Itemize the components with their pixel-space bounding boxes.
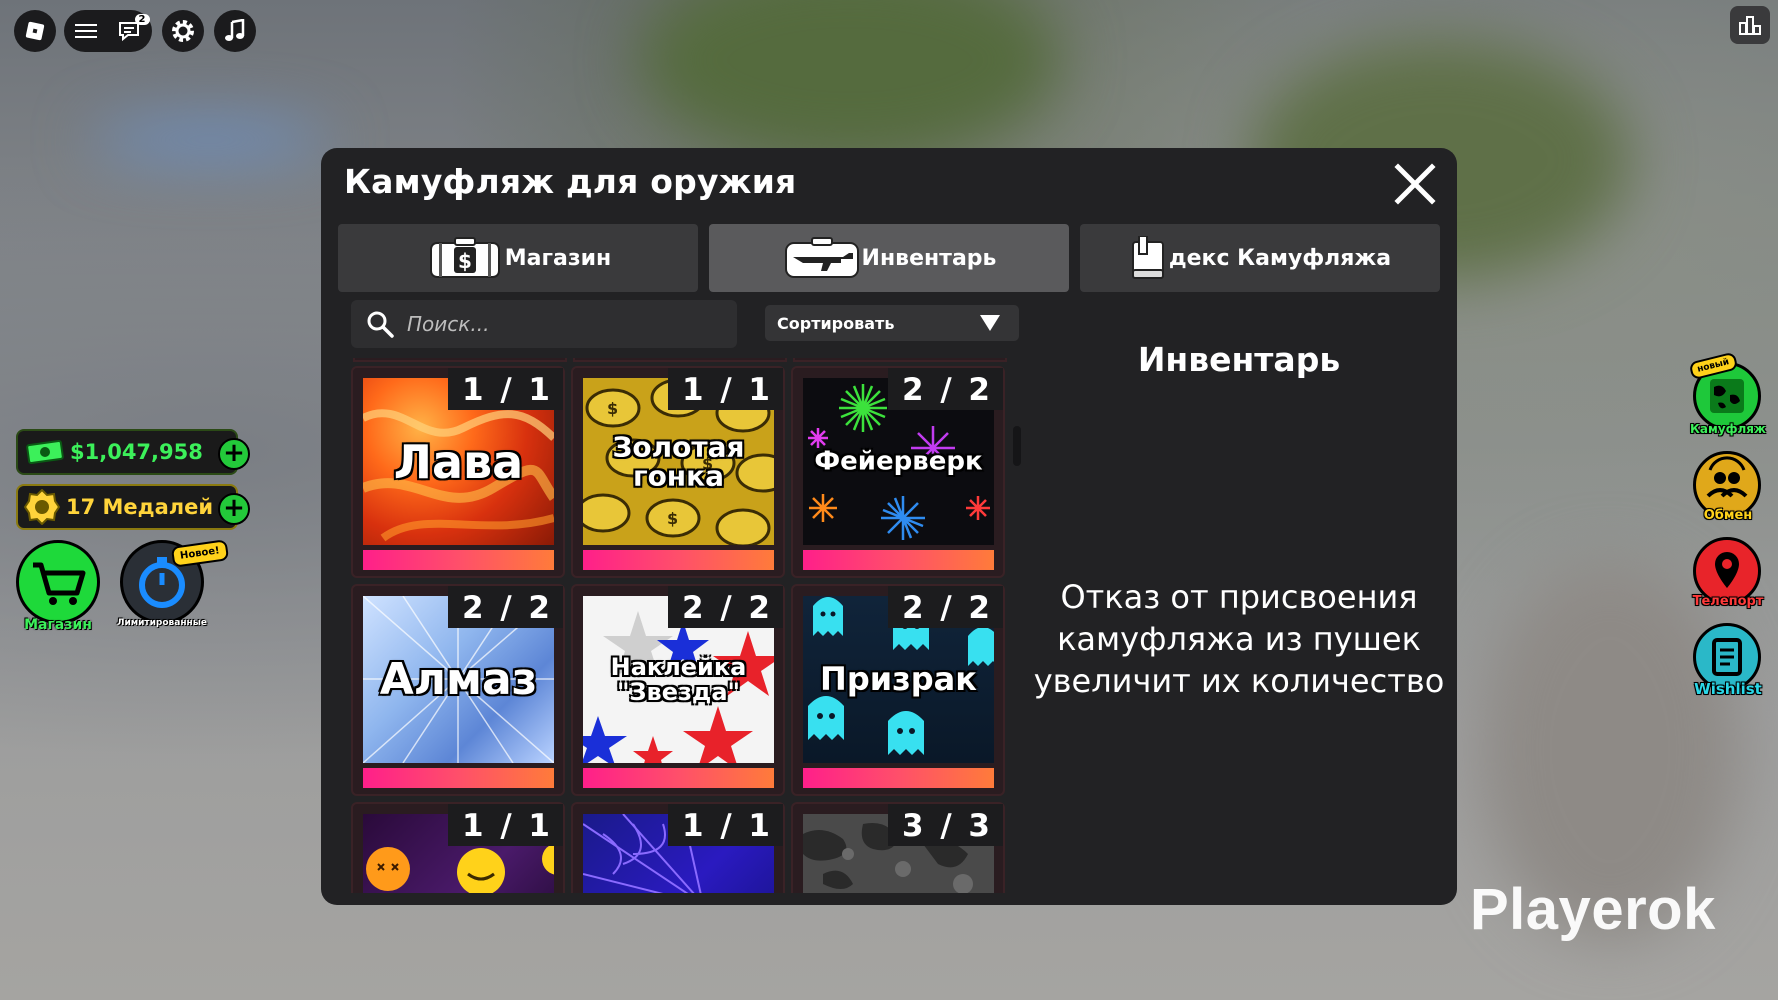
camo-card-ghost[interactable]: Призрак 2 / 2 xyxy=(791,584,1005,796)
menu-chat-group: 2 xyxy=(64,10,152,52)
camo-count: 3 / 3 xyxy=(887,804,1003,846)
money-case-icon: $ xyxy=(425,236,505,280)
shop-button[interactable] xyxy=(16,540,100,624)
camo-card-star-sticker[interactable]: Наклейка "Звезда" 2 / 2 xyxy=(571,584,785,796)
scroll-list-icon xyxy=(1712,638,1742,676)
rarity-bar xyxy=(803,768,994,788)
leaderboard-icon xyxy=(1739,16,1761,35)
tab-camo-index-label: декс Камуфляжа xyxy=(1168,245,1392,271)
teleport-label: Телепорт xyxy=(1692,594,1764,609)
chat-badge: 2 xyxy=(134,14,150,25)
music-note-icon xyxy=(225,19,245,41)
background-sign xyxy=(90,120,330,160)
camo-name: Лава xyxy=(393,434,524,489)
close-button[interactable] xyxy=(1393,162,1437,206)
shop-label: Магазин xyxy=(24,617,92,633)
camo-name: Золотая гонка xyxy=(612,430,745,493)
watermark: Playerok xyxy=(1470,877,1716,942)
roblox-menu-button[interactable] xyxy=(14,10,56,52)
medals-count: 17 Медалей xyxy=(66,495,214,519)
search-input[interactable] xyxy=(405,311,709,337)
rarity-bar xyxy=(363,768,554,788)
tab-shop-label: Магазин xyxy=(504,245,612,271)
grid-top-edges xyxy=(351,358,1009,362)
trade-label: Обмен xyxy=(1703,508,1753,523)
sort-dropdown[interactable]: Сортировать xyxy=(765,305,1019,341)
rifle-case-icon xyxy=(782,236,862,280)
add-medals-button[interactable]: + xyxy=(218,493,250,525)
camo-count: 2 / 2 xyxy=(667,586,783,628)
tab-shop[interactable]: $ Магазин xyxy=(338,224,698,292)
camo-count: 1 / 1 xyxy=(667,804,783,846)
chevron-down-icon xyxy=(980,315,1000,331)
tab-inventory-label: Инвентарь xyxy=(861,245,997,271)
medal-badge-icon xyxy=(24,489,60,525)
window-title: Камуфляж для оружия xyxy=(344,162,797,201)
trade-people-icon xyxy=(1706,456,1748,498)
camo-card-gold-rush[interactable]: $$$$ Золотая гонка 1 / 1 xyxy=(571,366,785,578)
camo-name: Призрак xyxy=(820,659,977,698)
wishlist-label: Wishlist xyxy=(1694,680,1762,698)
svg-text:$: $ xyxy=(458,249,472,273)
chat-button[interactable]: 2 xyxy=(118,14,150,42)
svg-text:$: $ xyxy=(667,509,678,528)
rarity-bar xyxy=(803,550,994,570)
rarity-bar xyxy=(583,550,774,570)
camo-window: Камуфляж для оружия $ Магазин Инвентарь … xyxy=(321,148,1457,905)
camo-card-gray-camo[interactable]: 3 / 3 xyxy=(791,802,1005,893)
svg-text:$: $ xyxy=(607,399,618,418)
search-box[interactable] xyxy=(351,300,737,348)
settings-button[interactable] xyxy=(162,10,204,52)
camo-grid: Лава 1 / 1 $$$$ Золотая гонка 1 / 1 xyxy=(351,358,1009,893)
gear-icon xyxy=(172,20,194,42)
tab-inventory[interactable]: Инвентарь xyxy=(709,224,1069,292)
money-display: $1,047,958 + xyxy=(16,429,250,475)
camo-shortcut-label: Камуфляж xyxy=(1690,422,1766,436)
search-icon xyxy=(367,311,394,338)
shopping-cart-icon xyxy=(33,562,86,605)
camo-card-web[interactable]: 1 / 1 xyxy=(571,802,785,893)
close-icon xyxy=(1394,163,1436,205)
camo-card-diamond[interactable]: Алмаз 2 / 2 xyxy=(351,584,565,796)
cash-icon xyxy=(26,439,64,465)
camo-name: Алмаз xyxy=(379,653,538,705)
camo-card-lava[interactable]: Лава 1 / 1 xyxy=(351,366,565,578)
map-pin-icon xyxy=(1715,552,1739,588)
rarity-bar xyxy=(583,768,774,788)
camo-name: Фейерверк xyxy=(814,445,983,476)
camo-card-pumpkin[interactable]: 1 / 1 xyxy=(351,802,565,893)
add-money-button[interactable]: + xyxy=(218,438,250,470)
money-amount: $1,047,958 xyxy=(70,440,203,464)
sort-label: Сортировать xyxy=(777,313,895,333)
music-button[interactable] xyxy=(214,10,256,52)
camo-name: Наклейка "Звезда" xyxy=(610,652,747,706)
camo-count: 2 / 2 xyxy=(447,586,563,628)
hamburger-icon[interactable] xyxy=(74,22,97,40)
info-text: Отказ от присвоения камуфляжа из пушек у… xyxy=(1033,578,1445,700)
grid-scrollbar[interactable] xyxy=(1013,426,1021,466)
camo-count: 1 / 1 xyxy=(447,368,563,410)
tab-camo-index[interactable]: декс Камуфляжа xyxy=(1080,224,1440,292)
camo-count: 1 / 1 xyxy=(667,368,783,410)
roblox-logo-icon xyxy=(25,21,45,41)
rarity-bar xyxy=(363,550,554,570)
book-icon xyxy=(1129,236,1169,280)
info-title: Инвентарь xyxy=(1137,340,1341,379)
background-foliage xyxy=(640,0,1060,160)
camo-count: 1 / 1 xyxy=(447,804,563,846)
limited-label: Лимитированные xyxy=(116,618,208,628)
camo-count: 2 / 2 xyxy=(887,368,1003,410)
camo-count: 2 / 2 xyxy=(887,586,1003,628)
camo-card-fireworks[interactable]: Фейерверк 2 / 2 xyxy=(791,366,1005,578)
medals-display: 17 Медалей + xyxy=(16,484,250,530)
leaderboard-button[interactable] xyxy=(1730,6,1770,44)
